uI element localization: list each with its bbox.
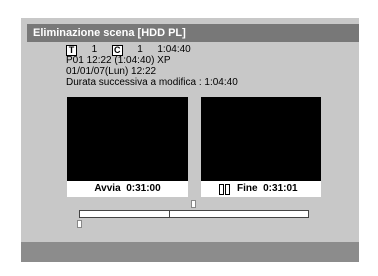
recording-info: T 1 C 1 1:04:40 P01 12:22 (1:04:40) XP 0… bbox=[66, 44, 238, 88]
title-number: 1 bbox=[91, 44, 98, 55]
edit-screen: Eliminazione scena [HDD PL] T 1 C 1 1:04… bbox=[21, 18, 359, 262]
start-caption[interactable]: Avvia 0:31:00 bbox=[67, 181, 188, 197]
date-line: 01/01/07(Lun) 12:22 bbox=[66, 66, 157, 77]
end-label: Fine bbox=[237, 183, 258, 194]
total-duration: 1:04:40 bbox=[157, 44, 191, 55]
start-position-marker[interactable] bbox=[77, 220, 82, 228]
program-line: P01 12:22 (1:04:40) XP bbox=[66, 55, 171, 66]
timeline-bar[interactable] bbox=[79, 210, 309, 218]
end-time: 0:31:01 bbox=[263, 183, 298, 194]
timeline-split-tick bbox=[169, 210, 170, 218]
chapter-number: 1 bbox=[137, 44, 143, 55]
after-edit-duration: Durata successiva a modifica : 1:04:40 bbox=[66, 77, 238, 88]
screen-title: Eliminazione scena [HDD PL] bbox=[27, 24, 359, 42]
end-caption[interactable]: Fine 0:31:01 bbox=[201, 181, 321, 197]
current-position-marker[interactable] bbox=[191, 200, 196, 208]
start-time: 0:31:00 bbox=[126, 183, 161, 194]
bottom-bar bbox=[21, 242, 359, 262]
title-chapter-row: T 1 C 1 1:04:40 bbox=[66, 44, 238, 56]
pause-icon bbox=[219, 184, 231, 201]
start-label: Avvia bbox=[94, 183, 121, 194]
